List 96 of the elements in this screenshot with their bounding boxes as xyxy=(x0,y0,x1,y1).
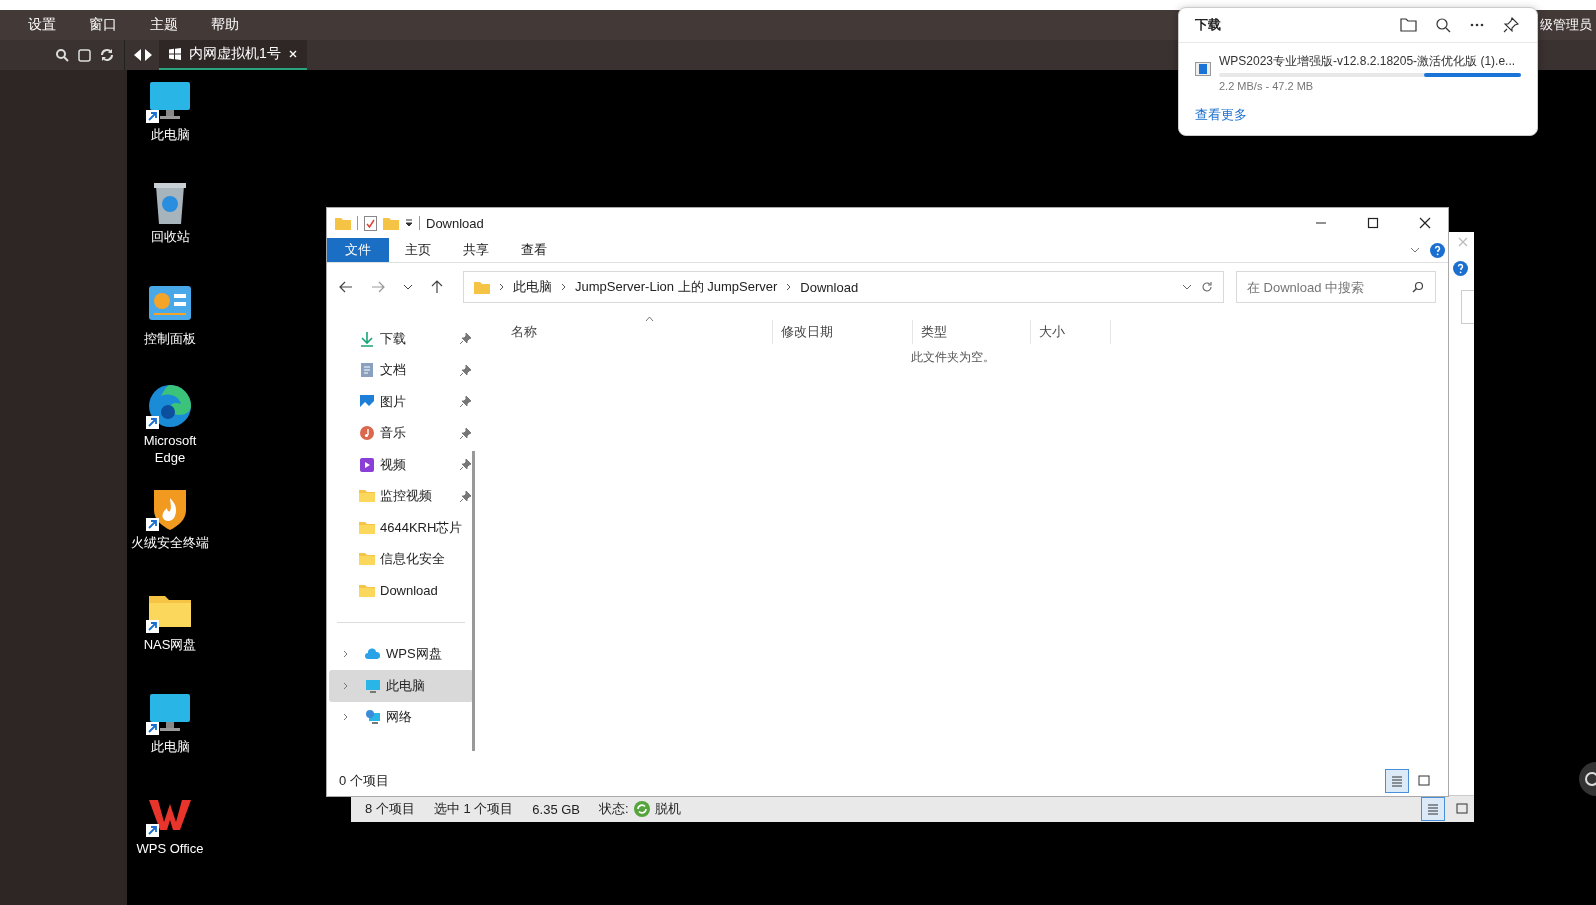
desktop-icon-label[interactable]: NAS网盘 xyxy=(143,636,197,653)
status-text: 选中 1 个项目 xyxy=(433,800,515,818)
network-icon xyxy=(365,709,381,726)
nav-item[interactable]: WPS网盘 xyxy=(329,638,473,670)
session-tab[interactable]: 内网虚拟机1号 xyxy=(159,40,307,70)
video-icon xyxy=(359,456,375,473)
folder-icon xyxy=(359,519,375,536)
nav-item[interactable]: 4644KRH芯片 xyxy=(327,512,475,544)
chevron-right-icon[interactable] xyxy=(343,650,348,659)
user-name[interactable]: 级管理员 xyxy=(1540,16,1592,34)
desktop-icon-label[interactable]: 回收站 xyxy=(150,228,190,245)
ribbon-tab[interactable]: 查看 xyxy=(505,238,563,262)
document-icon xyxy=(359,362,375,379)
chevron-right-icon xyxy=(499,283,504,291)
window-icon[interactable] xyxy=(78,48,91,62)
item-count: 0 个项目 xyxy=(339,772,389,790)
address-bar[interactable]: 此电脑 JumpServer-Lion 上的 JumpServer Download xyxy=(463,271,1224,303)
ribbon-tab[interactable]: 主页 xyxy=(389,238,447,262)
download-info: 2.2 MB/s - 47.2 MB xyxy=(1219,80,1315,92)
nav-item[interactable]: 下载 xyxy=(327,323,475,355)
details-view-icon[interactable] xyxy=(1385,769,1409,793)
help-icon[interactable] xyxy=(1453,261,1468,276)
status-value: 脱机 xyxy=(654,800,682,818)
menu-item[interactable]: 窗口 xyxy=(89,16,117,34)
scroll-arrows-icon[interactable] xyxy=(133,48,153,62)
search-icon[interactable] xyxy=(1412,281,1424,293)
nav-item[interactable]: 信息化安全 xyxy=(327,543,475,575)
chevron-right-icon xyxy=(786,283,792,291)
status-text: 8 个项目 xyxy=(365,800,416,818)
chevron-right-icon[interactable] xyxy=(343,713,348,722)
nav-item[interactable]: 监控视频 xyxy=(327,480,475,512)
chevron-down-icon[interactable] xyxy=(1410,246,1420,254)
desktop-icon-label[interactable]: 此电脑 xyxy=(150,738,190,755)
monitor-icon xyxy=(365,677,381,694)
see-more-link[interactable]: 查看更多 xyxy=(1195,106,1537,124)
more-icon[interactable] xyxy=(1470,23,1484,27)
chevron-down-icon[interactable] xyxy=(403,283,413,291)
chevron-right-icon xyxy=(561,283,566,291)
folder-outline-icon[interactable] xyxy=(1400,18,1417,32)
ribbon-tab[interactable]: 共享 xyxy=(447,238,505,262)
status-text: 6.35 GB xyxy=(532,801,581,817)
search-icon[interactable] xyxy=(1436,17,1451,33)
empty-folder-message: 此文件夹为空。 xyxy=(910,349,996,366)
desktop-icon-label[interactable]: Microsoft Edge xyxy=(127,432,213,466)
file-name[interactable]: WPS2023专业增强版-v12.8.2.18205-激活优化版 (1).e... xyxy=(1219,53,1521,70)
window-title: Download xyxy=(426,215,484,231)
sync-icon xyxy=(633,801,650,817)
search-icon[interactable] xyxy=(55,48,69,62)
music-note-icon xyxy=(359,425,375,442)
menu-item[interactable]: 主题 xyxy=(150,16,178,34)
desktop-icon-label[interactable]: 火绒安全终端 xyxy=(131,534,209,551)
folder-icon xyxy=(359,582,375,599)
download-arrow-icon xyxy=(359,330,375,347)
browser-icon[interactable] xyxy=(146,382,194,430)
column-header[interactable]: 名称 xyxy=(503,320,773,344)
ribbon-tab[interactable]: 文件 xyxy=(327,238,389,262)
nav-item[interactable]: Download xyxy=(327,575,475,607)
desktop-icon-label[interactable]: 控制面板 xyxy=(144,330,196,347)
nav-item[interactable]: 图片 xyxy=(327,386,475,418)
search-field[interactable]: 在 Download 中搜索 xyxy=(1236,271,1436,303)
nav-item[interactable]: 此电脑 xyxy=(329,670,473,702)
forward-arrow-icon[interactable] xyxy=(371,281,385,293)
desktop-icon-label[interactable]: WPS Office xyxy=(136,840,204,857)
nav-item[interactable]: 文档 xyxy=(327,354,475,386)
folder-icon xyxy=(359,488,375,505)
desktop-icon-label[interactable]: 此电脑 xyxy=(150,126,190,143)
sort-caret-icon xyxy=(645,316,654,322)
panel-title: 下载 xyxy=(1195,16,1221,34)
column-header[interactable]: 大小 xyxy=(1031,320,1111,344)
nav-item[interactable]: 音乐 xyxy=(327,417,475,449)
pin-icon[interactable] xyxy=(1503,17,1519,33)
scrollbar[interactable] xyxy=(472,451,475,751)
dropdown-icon[interactable] xyxy=(405,219,413,227)
chevron-down-icon[interactable] xyxy=(1182,284,1192,290)
folder-icon xyxy=(359,551,375,568)
file-icon xyxy=(1195,62,1211,76)
menu-item[interactable]: 帮助 xyxy=(211,16,239,34)
nav-item[interactable]: 视频 xyxy=(327,449,475,481)
column-header[interactable]: 类型 xyxy=(913,320,1031,344)
properties-icon[interactable] xyxy=(364,215,377,231)
nav-item[interactable]: 网络 xyxy=(329,701,473,733)
up-arrow-icon[interactable] xyxy=(431,280,443,294)
folder-icon xyxy=(474,280,490,294)
menu-item[interactable]: 设置 xyxy=(28,16,56,34)
status-label: 状态: xyxy=(599,800,629,818)
back-arrow-icon[interactable] xyxy=(339,281,353,293)
maximize-icon[interactable] xyxy=(1367,217,1379,229)
column-header[interactable]: 修改日期 xyxy=(773,320,913,344)
folder-icon xyxy=(335,216,351,230)
refresh-icon[interactable] xyxy=(1201,281,1213,293)
windows-icon xyxy=(169,48,181,60)
picture-icon xyxy=(359,393,375,410)
details-view-icon[interactable] xyxy=(1421,797,1445,821)
close-icon[interactable] xyxy=(1419,217,1431,229)
help-icon[interactable] xyxy=(1430,242,1445,258)
chevron-right-icon[interactable] xyxy=(343,681,348,690)
